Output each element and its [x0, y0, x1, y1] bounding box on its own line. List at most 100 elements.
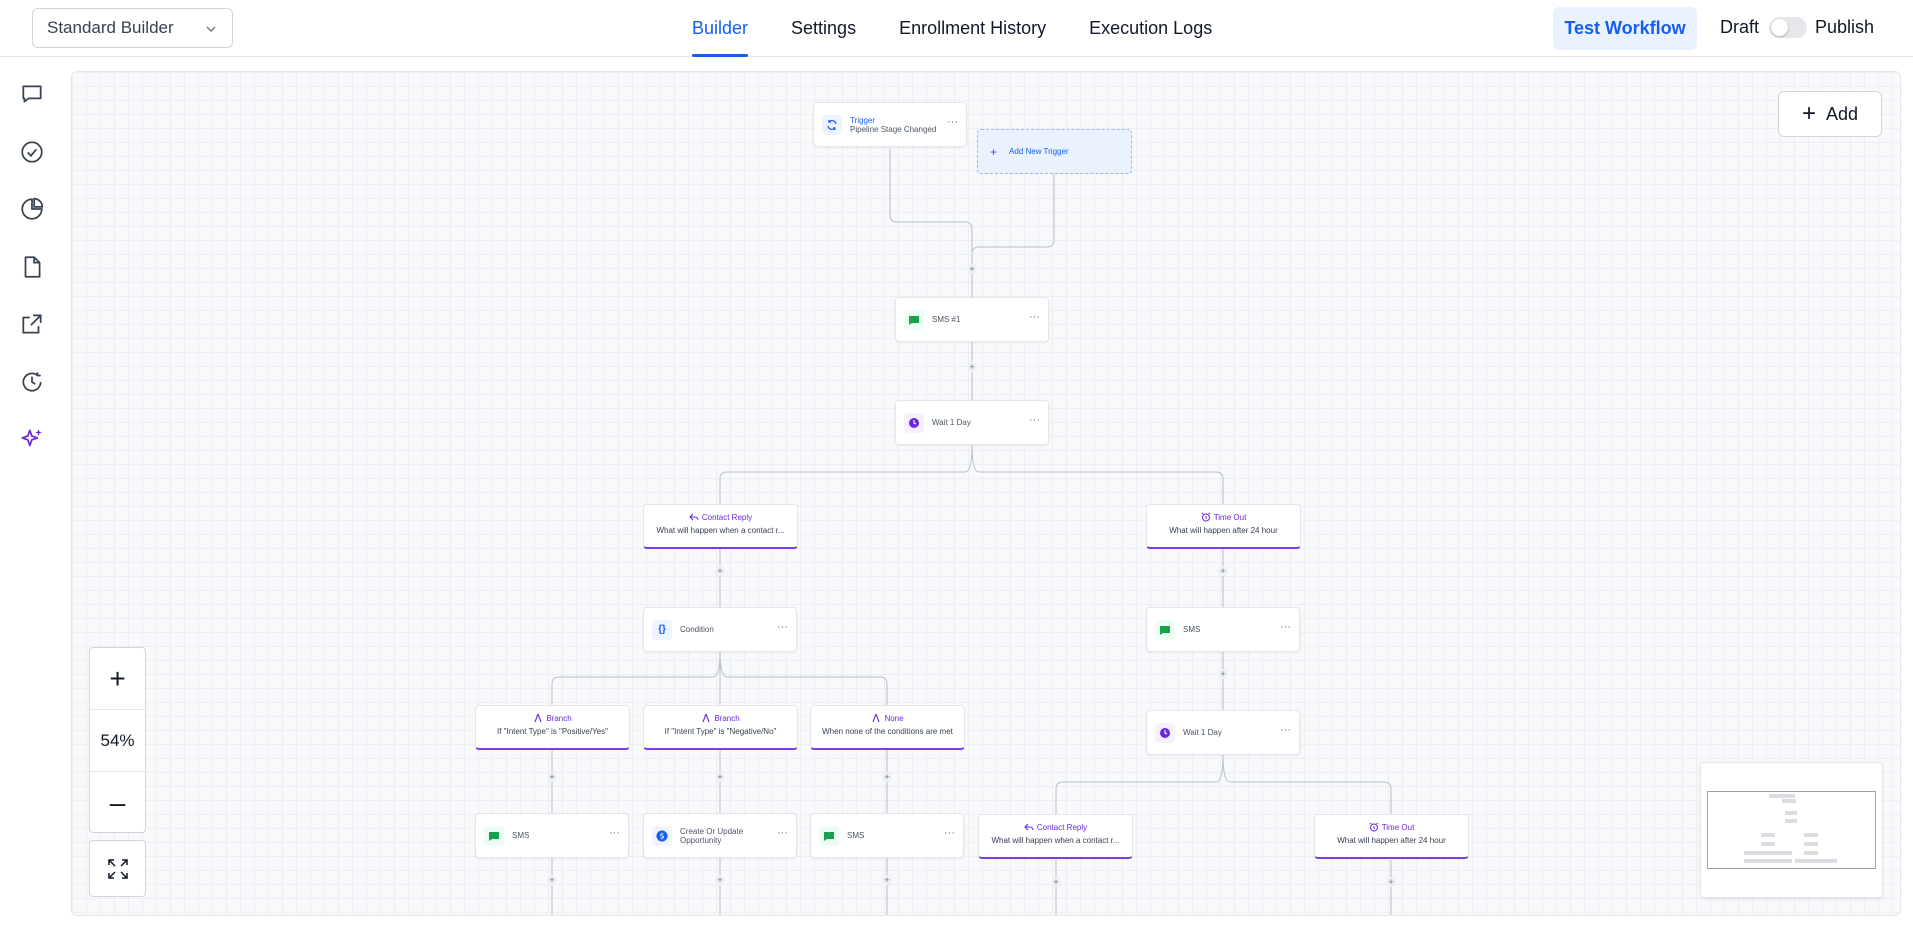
add-step-button[interactable]: +: [882, 875, 892, 885]
branch-subtitle: What will happen after 24 hour: [1337, 836, 1446, 845]
opportunity-line2: Opportunity: [680, 835, 722, 845]
reply-icon: [1024, 823, 1034, 831]
external-link-icon[interactable]: [19, 311, 45, 337]
branch-title: Branch: [546, 713, 572, 723]
left-sidebar: [0, 57, 66, 925]
sms-label: SMS: [847, 831, 865, 840]
branch-subtitle: When none of the conditions are met: [822, 727, 953, 736]
branch-subtitle: What will happen when a contact r...: [656, 526, 785, 535]
message-icon: [484, 825, 504, 846]
add-step-button[interactable]: +: [882, 772, 892, 782]
wait-node[interactable]: Wait 1 Day ···: [1146, 710, 1300, 755]
condition-node[interactable]: {} Condition ···: [643, 607, 797, 652]
add-step-button[interactable]: +: [715, 566, 725, 576]
pie-chart-icon[interactable]: [19, 196, 45, 222]
branch-title: Contact Reply: [701, 512, 753, 522]
sms-node[interactable]: SMS ···: [475, 813, 629, 858]
branch-title: Branch: [714, 713, 740, 723]
chat-bubble-icon[interactable]: [19, 81, 45, 107]
add-trigger-label: Add New Trigger: [1009, 147, 1069, 156]
tab-execution-logs[interactable]: Execution Logs: [1089, 0, 1212, 57]
tab-settings[interactable]: Settings: [791, 0, 856, 57]
add-button[interactable]: + Add: [1778, 91, 1882, 137]
connector-lines: [551, 148, 1392, 915]
sparkles-icon[interactable]: [19, 426, 45, 452]
time-out-branch[interactable]: Time Out What will happen after 24 hour: [1314, 814, 1469, 859]
wait-node[interactable]: Wait 1 Day ···: [895, 400, 1049, 445]
add-step-button[interactable]: +: [967, 362, 977, 372]
tab-builder[interactable]: Builder: [692, 0, 749, 57]
file-icon[interactable]: [19, 254, 45, 280]
clock-history-icon[interactable]: [19, 369, 45, 395]
builder-type-select[interactable]: Standard Builder: [32, 8, 233, 48]
add-new-trigger-button[interactable]: + Add New Trigger: [977, 129, 1132, 174]
publish-label: Publish: [1815, 17, 1875, 37]
main-tabs: Builder Settings Enrollment History Exec…: [692, 0, 1255, 57]
chevron-down-icon: [206, 26, 216, 32]
wait-label: Wait 1 Day: [932, 418, 971, 427]
branch-subtitle: If "Intent Type" is "Positive/Yes": [497, 727, 608, 736]
minimap-viewport[interactable]: [1707, 791, 1876, 869]
more-options-icon[interactable]: ···: [1280, 621, 1291, 633]
message-icon: [819, 825, 839, 846]
opportunity-node[interactable]: $ Create Or Update Opportunity ···: [643, 813, 797, 858]
publish-toggle[interactable]: [1769, 17, 1807, 38]
add-step-button[interactable]: +: [1051, 877, 1061, 887]
sms-label: SMS #1: [932, 315, 961, 324]
svg-text:$: $: [659, 831, 664, 840]
minimap[interactable]: [1700, 762, 1883, 898]
message-icon: [1155, 619, 1175, 640]
opportunity-line1: Create Or Update: [680, 826, 744, 836]
wait-label: Wait 1 Day: [1183, 728, 1222, 737]
add-step-button[interactable]: +: [1218, 566, 1228, 576]
sms-label: SMS: [1183, 625, 1201, 634]
check-circle-icon[interactable]: [19, 139, 45, 165]
branch-none[interactable]: None When none of the conditions are met: [810, 705, 965, 750]
branch-positive[interactable]: Branch If "Intent Type" is "Positive/Yes…: [475, 705, 630, 750]
branch-subtitle: What will happen when a contact r...: [991, 836, 1120, 845]
sms-node[interactable]: SMS ···: [810, 813, 964, 858]
test-workflow-button[interactable]: Test Workflow: [1553, 7, 1697, 50]
trigger-node[interactable]: Trigger Pipeline Stage Changed ···: [813, 102, 967, 147]
sms-node[interactable]: SMS ···: [1146, 607, 1300, 652]
add-step-button[interactable]: +: [715, 772, 725, 782]
clock-icon: [904, 412, 924, 433]
branch-title: None: [884, 713, 904, 723]
add-step-button[interactable]: +: [1218, 669, 1228, 679]
braces-icon: {}: [652, 619, 672, 640]
add-step-button[interactable]: +: [1386, 877, 1396, 887]
branch-subtitle: What will happen after 24 hour: [1169, 526, 1278, 535]
zoom-out-button[interactable]: –: [90, 772, 145, 834]
time-out-branch[interactable]: Time Out What will happen after 24 hour: [1146, 504, 1301, 549]
contact-reply-branch[interactable]: Contact Reply What will happen when a co…: [978, 814, 1133, 859]
zoom-in-button[interactable]: +: [90, 648, 145, 710]
alarm-clock-icon: [1369, 822, 1378, 832]
more-options-icon[interactable]: ···: [1280, 724, 1291, 736]
branch-negative[interactable]: Branch If "Intent Type" is "Negative/No": [643, 705, 798, 750]
more-options-icon[interactable]: ···: [609, 827, 620, 839]
message-icon: [904, 309, 924, 330]
fit-to-screen-button[interactable]: [89, 840, 146, 897]
more-options-icon[interactable]: ···: [1029, 414, 1040, 426]
more-options-icon[interactable]: ···: [1029, 311, 1040, 323]
add-step-button[interactable]: +: [547, 875, 557, 885]
add-step-button[interactable]: +: [547, 772, 557, 782]
plus-icon: +: [1801, 100, 1816, 127]
add-step-button[interactable]: +: [967, 264, 977, 274]
plus-icon: +: [990, 144, 998, 159]
contact-reply-branch[interactable]: Contact Reply What will happen when a co…: [643, 504, 798, 549]
branch-icon: [872, 713, 880, 723]
reply-icon: [689, 513, 699, 521]
more-options-icon[interactable]: ···: [944, 827, 955, 839]
alarm-clock-icon: [1201, 512, 1210, 522]
refresh-icon: [822, 114, 842, 135]
more-options-icon[interactable]: ···: [777, 827, 788, 839]
sms-node[interactable]: SMS #1 ···: [895, 297, 1049, 342]
more-options-icon[interactable]: ···: [947, 116, 958, 128]
add-step-button[interactable]: +: [715, 875, 725, 885]
workflow-canvas[interactable]: + + + + + + + + + + + + + Trigger Pipeli…: [71, 71, 1901, 916]
more-options-icon[interactable]: ···: [777, 621, 788, 633]
tab-enrollment-history[interactable]: Enrollment History: [899, 0, 1046, 57]
branch-title: Time Out: [1381, 822, 1415, 832]
trigger-title: Trigger: [850, 115, 876, 125]
